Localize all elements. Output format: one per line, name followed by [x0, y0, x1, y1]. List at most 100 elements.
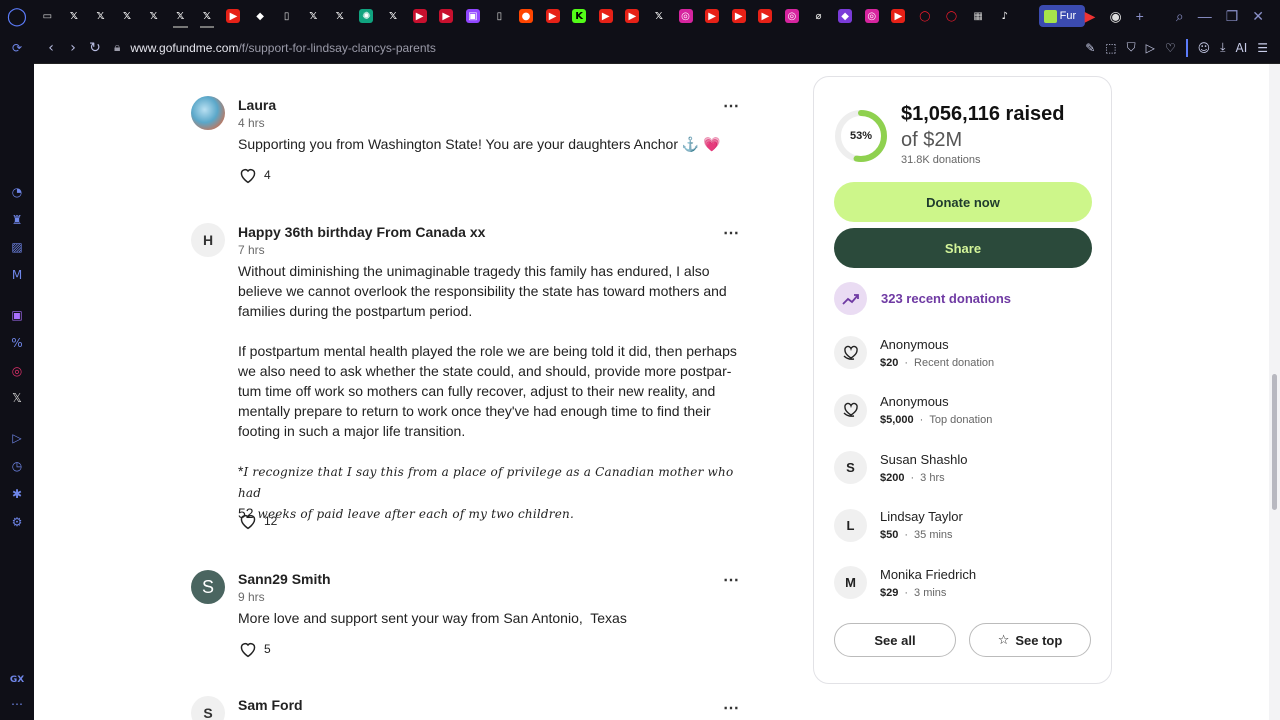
browser-tab[interactable]: ◎ [858, 4, 885, 28]
player-icon[interactable]: ▷ [9, 430, 25, 446]
browser-tab[interactable]: 𝕏 [380, 4, 407, 28]
browser-tab[interactable]: ▯ [273, 4, 300, 28]
see-top-button[interactable]: ☆ See top [969, 623, 1091, 657]
x-icon: 𝕏 [96, 10, 105, 22]
more-options-icon[interactable]: ⋯ [723, 96, 740, 116]
opera-logo-icon[interactable]: ◯ [0, 0, 34, 32]
browser-tab[interactable]: ▯ [486, 4, 513, 28]
menu-icon[interactable]: ☰ [1257, 41, 1268, 55]
browser-tab[interactable]: K [566, 4, 593, 28]
chatgpt-icon: ✺ [359, 9, 374, 23]
gx-icon[interactable]: GX [9, 672, 25, 688]
send-icon[interactable]: ▷ [1146, 41, 1155, 55]
browser-tab[interactable]: ▣ [460, 4, 487, 28]
reload-button[interactable]: ↻ [84, 37, 106, 59]
like-button[interactable]: 12 [238, 512, 277, 530]
x-icon[interactable]: 𝕏 [9, 390, 25, 406]
settings-icon[interactable]: ⚙ [9, 514, 25, 530]
browser-tab[interactable]: ▶ [220, 4, 247, 28]
progress-percent: 53% [849, 130, 873, 142]
like-button[interactable]: 4 [238, 166, 271, 184]
page-scrollbar[interactable] [1269, 64, 1280, 720]
donate-now-button[interactable]: Donate now [834, 182, 1092, 222]
browser-tab[interactable]: ▦ [965, 4, 992, 28]
notes-icon[interactable]: ▨ [9, 239, 25, 255]
minimize-icon[interactable]: — [1198, 8, 1212, 24]
pin-icon[interactable]: ✎ [1085, 41, 1095, 55]
back-button[interactable]: ‹ [40, 37, 62, 59]
instagram-icon: ◎ [678, 9, 693, 23]
heart-icon[interactable]: ♡ [1165, 41, 1176, 55]
more-options-icon[interactable]: ⋯ [723, 698, 740, 718]
browser-tab[interactable]: ▶ [885, 4, 912, 28]
snapshot-icon[interactable]: ⬚ [1105, 41, 1116, 55]
x-icon: 𝕏 [654, 10, 663, 22]
browser-tab[interactable]: ◆ [247, 4, 274, 28]
browser-tab[interactable]: ▶ [699, 4, 726, 28]
browser-tab[interactable]: ▶ [433, 4, 460, 28]
browser-tab[interactable]: ▭ [34, 4, 61, 28]
more-options-icon[interactable]: ⋯ [723, 570, 740, 590]
browser-tab[interactable]: ◯ [938, 4, 965, 28]
ai-button[interactable]: AI [1235, 41, 1247, 55]
aria-icon[interactable]: ♜ [9, 212, 25, 228]
twitch-icon: ▣ [465, 9, 480, 23]
scrollbar-thumb[interactable] [1272, 374, 1277, 510]
browser-tab[interactable]: ▶ [619, 4, 646, 28]
browser-tab[interactable]: 𝕏 [167, 4, 194, 28]
refresh-icon[interactable]: ⟳ [9, 40, 25, 56]
twitch-icon[interactable]: ▣ [9, 307, 25, 323]
browser-tab[interactable]: 𝕏 [646, 4, 673, 28]
forward-button[interactable]: › [62, 37, 84, 59]
search-tabs-icon[interactable]: ⌕ [1176, 8, 1184, 25]
recent-donations-link[interactable]: 323 recent donations [834, 282, 1011, 315]
browser-tab[interactable]: ▶ [752, 4, 779, 28]
browser-tab[interactable]: ⌀ [805, 4, 832, 28]
extensions-icon[interactable]: ✱ [9, 486, 25, 502]
browser-tab[interactable]: ▶ [539, 4, 566, 28]
donor-amount: $50 [880, 529, 899, 541]
history-icon[interactable]: ◷ [9, 458, 25, 474]
shield-icon[interactable]: ⛉ [1127, 40, 1136, 55]
browser-tab[interactable]: 𝕏 [327, 4, 354, 28]
speed-dial-icon[interactable]: ◔ [9, 184, 25, 200]
url-field[interactable]: 🔒︎ www.gofundme.com/f/support-for-lindsa… [114, 40, 436, 55]
percent-icon[interactable]: % [9, 335, 25, 351]
like-button[interactable]: 5 [238, 640, 271, 658]
browser-tab[interactable]: ◎ [779, 4, 806, 28]
browser-tab[interactable]: 𝕏 [194, 4, 221, 28]
instagram-icon[interactable]: ◎ [9, 363, 25, 379]
donor-row: Anonymous $20 · Recent donation [834, 336, 994, 369]
browser-tab[interactable]: ▶ [406, 4, 433, 28]
browser-tab[interactable]: 𝕏 [87, 4, 114, 28]
browser-tab[interactable]: ♪ [991, 4, 1018, 28]
see-all-button[interactable]: See all [834, 623, 956, 657]
browser-tab[interactable]: ✺ [353, 4, 380, 28]
more-icon[interactable]: ⋯ [9, 696, 25, 712]
donor-name: Lindsay Taylor [880, 509, 963, 524]
share-button[interactable]: Share [834, 228, 1092, 268]
like-count: 4 [264, 168, 271, 182]
download-icon[interactable]: ⤓ [1220, 40, 1225, 55]
browser-tab[interactable]: ◆ [832, 4, 859, 28]
more-options-icon[interactable]: ⋯ [723, 223, 740, 243]
browser-tab[interactable]: ● [513, 4, 540, 28]
browser-tab[interactable]: 𝕏 [61, 4, 88, 28]
new-tab-icon[interactable]: + [1136, 8, 1144, 24]
messenger-icon[interactable]: M [9, 267, 25, 283]
tab-current[interactable]: Fur [1038, 5, 1085, 27]
browser-tab[interactable]: 𝕏 [300, 4, 327, 28]
youtube-icon[interactable]: ▶ [1085, 8, 1096, 25]
account-icon[interactable]: ☺ [1198, 41, 1211, 55]
chrome-icon[interactable]: ◉ [1109, 8, 1121, 25]
close-icon[interactable]: ✕ [1252, 8, 1264, 25]
heart-hand-icon [834, 336, 867, 369]
browser-tab[interactable]: 𝕏 [114, 4, 141, 28]
browser-tab[interactable]: 𝕏 [140, 4, 167, 28]
like-count: 5 [264, 642, 271, 656]
browser-tab[interactable]: ▶ [592, 4, 619, 28]
browser-tab[interactable]: ▶ [725, 4, 752, 28]
restore-icon[interactable]: ❐ [1226, 8, 1239, 25]
browser-tab[interactable]: ◯ [912, 4, 939, 28]
browser-tab[interactable]: ◎ [672, 4, 699, 28]
